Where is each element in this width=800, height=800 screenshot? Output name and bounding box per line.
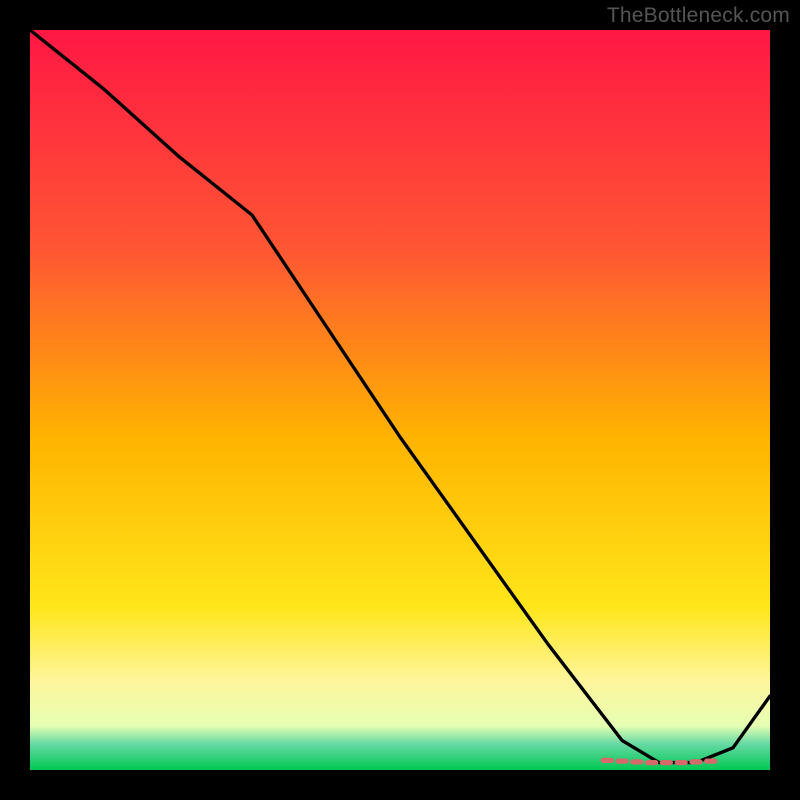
chart-frame: TheBottleneck.com <box>0 0 800 800</box>
marker-dot <box>601 758 614 763</box>
marker-dot <box>630 759 643 764</box>
marker-dot <box>615 759 628 764</box>
watermark-label: TheBottleneck.com <box>607 4 790 28</box>
marker-dot <box>660 760 673 765</box>
marker-dot <box>704 759 717 764</box>
marker-dot <box>645 760 658 765</box>
curve-layer <box>30 30 770 770</box>
plot-area <box>30 30 770 770</box>
marker-dot <box>689 759 702 764</box>
marker-dot <box>675 760 688 765</box>
bottleneck-curve <box>30 30 770 763</box>
